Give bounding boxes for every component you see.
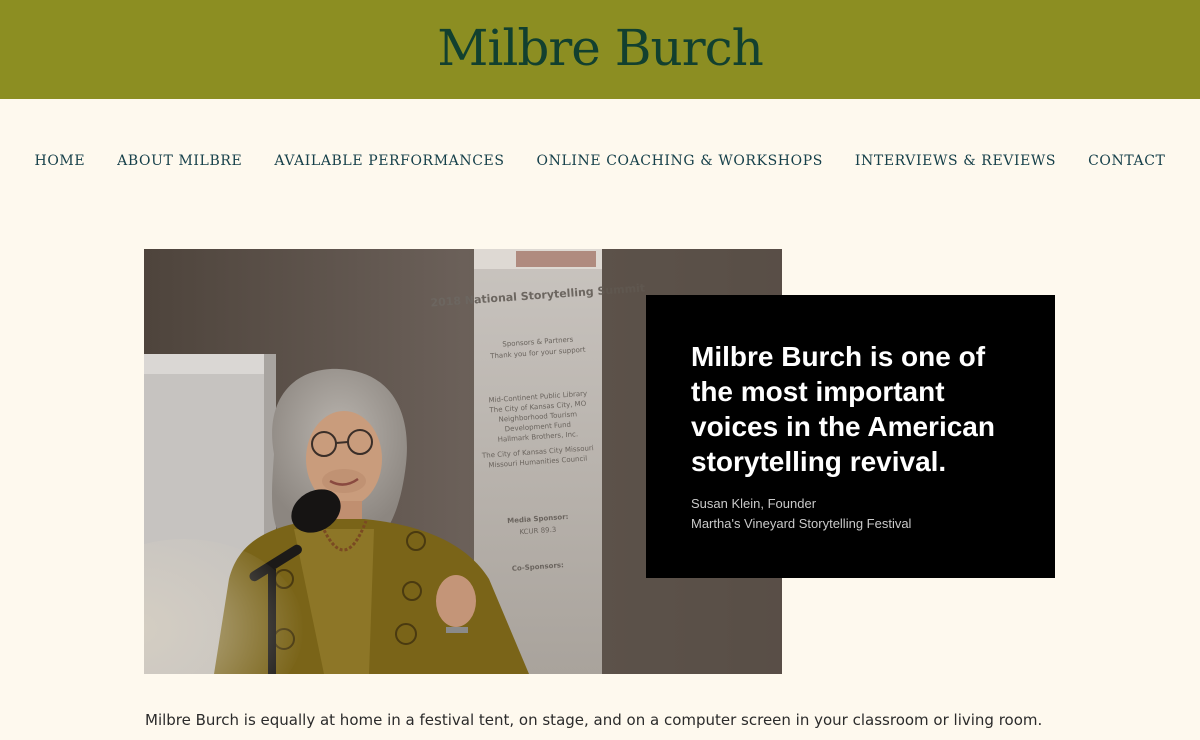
intro-paragraph: Milbre Burch is equally at home in a fes…: [145, 711, 1043, 729]
site-title[interactable]: Milbre Burch: [437, 19, 764, 81]
main-nav: HOME ABOUT MILBRE AVAILABLE PERFORMANCES…: [0, 150, 1200, 172]
nav-item-home[interactable]: HOME: [19, 153, 102, 169]
nav-item-about[interactable]: ABOUT MILBRE: [101, 153, 258, 169]
nav-item-contact[interactable]: CONTACT: [1072, 153, 1181, 169]
nav-item-interviews[interactable]: INTERVIEWS & REVIEWS: [839, 153, 1072, 169]
attribution-name: Susan Klein, Founder: [691, 496, 817, 511]
testimonial-quote-box: Milbre Burch is one of the most importan…: [646, 295, 1055, 578]
attribution-organization: Martha's Vineyard Storytelling Festival: [691, 516, 912, 531]
testimonial-attribution: Susan Klein, Founder Martha's Vineyard S…: [691, 494, 1015, 534]
site-header: Milbre Burch: [0, 0, 1200, 99]
nav-item-coaching[interactable]: ONLINE COACHING & WORKSHOPS: [521, 153, 839, 169]
testimonial-quote: Milbre Burch is one of the most importan…: [691, 341, 995, 477]
nav-item-performances[interactable]: AVAILABLE PERFORMANCES: [258, 153, 520, 169]
